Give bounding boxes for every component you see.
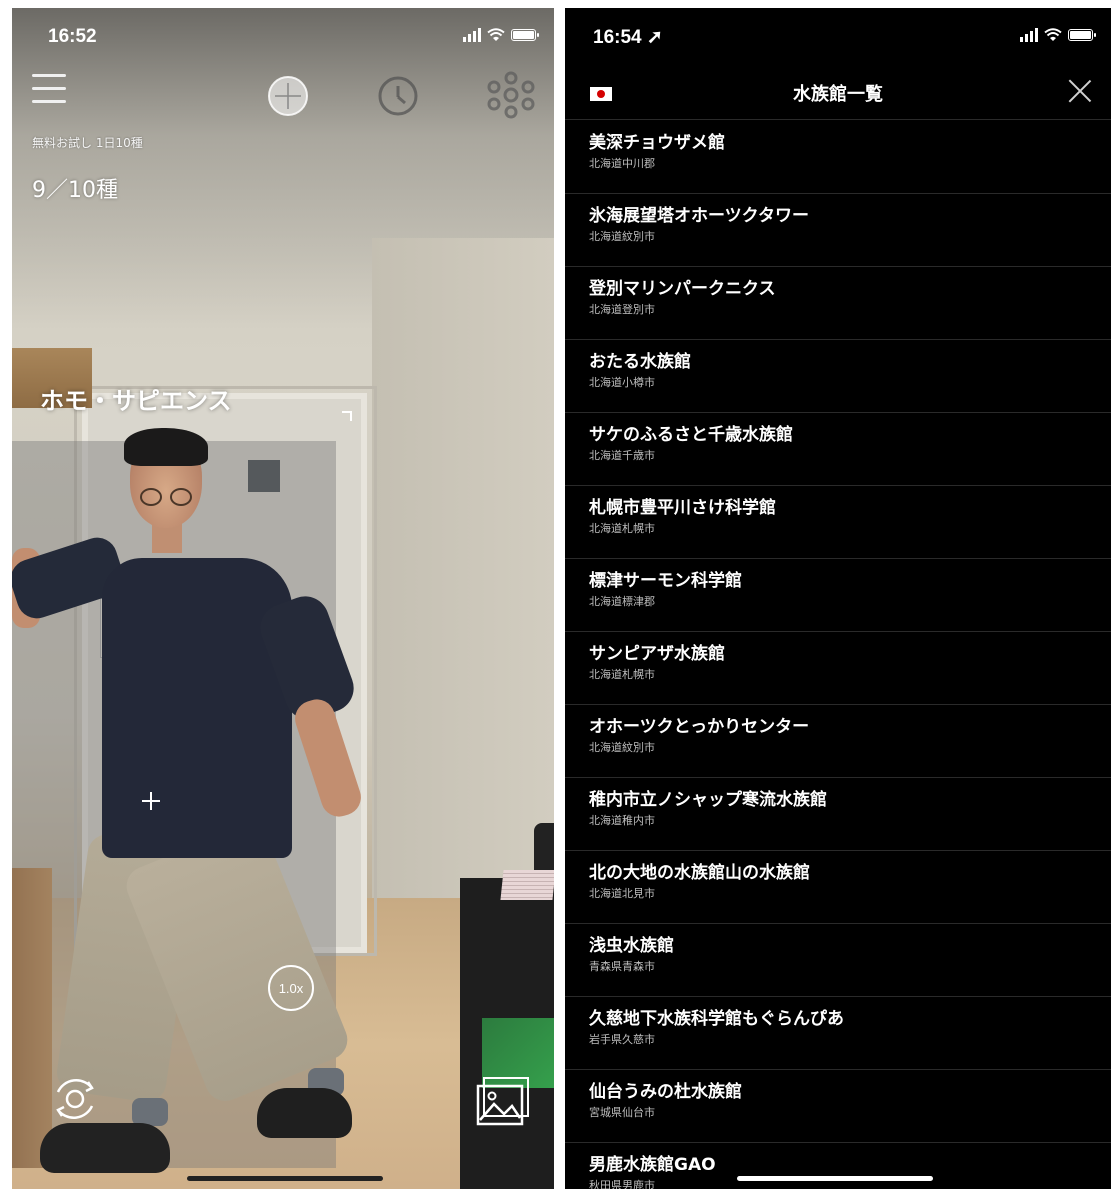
aquarium-location: 北海道小樽市 bbox=[589, 376, 655, 389]
status-time: 16:54 ➚ bbox=[593, 27, 663, 48]
aquarium-location: 北海道稚内市 bbox=[589, 814, 655, 827]
signal-icon bbox=[463, 28, 481, 42]
aquarium-location: 青森県青森市 bbox=[589, 960, 655, 973]
aquarium-location: 北海道千歳市 bbox=[589, 449, 655, 462]
trial-label: 無料お試し 1日10種 bbox=[32, 136, 143, 150]
aquarium-name: サケのふるさと千歳水族館 bbox=[589, 425, 793, 445]
list-item[interactable]: オホーツクとっかりセンター北海道紋別市 bbox=[565, 705, 1111, 778]
status-icons bbox=[1020, 28, 1096, 42]
species-count: 9／10種 bbox=[32, 178, 118, 203]
person-hair bbox=[124, 428, 208, 466]
aquarium-location: 宮城県仙台市 bbox=[589, 1106, 655, 1119]
aquarium-name: 仙台うみの杜水族館 bbox=[589, 1082, 742, 1102]
crosshair-icon[interactable] bbox=[266, 74, 310, 118]
battery-icon bbox=[511, 29, 539, 41]
page-title: 水族館一覧 bbox=[793, 84, 883, 105]
aquarium-name: 男鹿水族館GAO bbox=[589, 1155, 716, 1175]
list-item[interactable]: 仙台うみの杜水族館宮城県仙台市 bbox=[565, 1070, 1111, 1143]
aquarium-name: 久慈地下水族科学館もぐらんぴあ bbox=[589, 1009, 844, 1029]
list-item[interactable]: 男鹿水族館GAO 秋田県男鹿市 bbox=[565, 1143, 1111, 1189]
aquarium-location: 北海道札幌市 bbox=[589, 522, 655, 535]
aquarium-location: 岩手県久慈市 bbox=[589, 1033, 655, 1046]
aquarium-name: 美深チョウザメ館 bbox=[589, 133, 725, 153]
list-item[interactable]: おたる水族館北海道小樽市 bbox=[565, 340, 1111, 413]
status-icons bbox=[463, 28, 539, 42]
hamburger-menu-icon[interactable] bbox=[32, 74, 66, 113]
camera-flip-icon[interactable] bbox=[48, 1072, 102, 1126]
aquarium-location: 北海道紋別市 bbox=[589, 741, 655, 754]
list-item[interactable]: 美深チョウザメ館北海道中川郡 bbox=[565, 121, 1111, 194]
aquarium-name: サンピアザ水族館 bbox=[589, 644, 725, 664]
list-item[interactable]: サケのふるさと千歳水族館北海道千歳市 bbox=[565, 413, 1111, 486]
close-icon[interactable] bbox=[1067, 78, 1093, 104]
home-indicator bbox=[187, 1176, 383, 1181]
detected-species-label[interactable]: ホモ・サピエンス bbox=[40, 381, 232, 416]
wifi-icon bbox=[487, 28, 505, 41]
aquarium-location: 北海道標津郡 bbox=[589, 595, 655, 608]
network-icon[interactable] bbox=[486, 70, 536, 120]
list-item[interactable]: 稚内市立ノシャップ寒流水族館北海道稚内市 bbox=[565, 778, 1111, 851]
aquarium-name: 北の大地の水族館山の水族館 bbox=[589, 863, 810, 883]
aquarium-name: 登別マリンパークニクス bbox=[589, 279, 776, 299]
zoom-button[interactable]: 1.0x bbox=[268, 965, 314, 1011]
aquarium-name: 稚内市立ノシャップ寒流水族館 bbox=[589, 790, 827, 810]
detection-corner-bracket bbox=[342, 411, 352, 421]
clock-icon[interactable] bbox=[376, 74, 420, 118]
signal-icon bbox=[1020, 28, 1038, 42]
aquarium-list-screen: 16:54 ➚ 水族館一覧 美深チョウザメ館北海道中川郡氷海展望塔オホーツクタワ… bbox=[565, 8, 1111, 1189]
aquarium-location: 北海道北見市 bbox=[589, 887, 655, 900]
aquarium-name: 氷海展望塔オホーツクタワー bbox=[589, 206, 809, 226]
person-right-forearm bbox=[290, 694, 366, 822]
aquarium-location: 北海道札幌市 bbox=[589, 668, 655, 681]
list-item[interactable]: サンピアザ水族館北海道札幌市 bbox=[565, 632, 1111, 705]
photo-gallery-icon[interactable] bbox=[470, 1072, 530, 1130]
list-item[interactable]: 氷海展望塔オホーツクタワー北海道紋別市 bbox=[565, 194, 1111, 267]
list-item[interactable]: 登別マリンパークニクス北海道登別市 bbox=[565, 267, 1111, 340]
aquarium-name: オホーツクとっかりセンター bbox=[589, 717, 810, 737]
aquarium-location: 北海道中川郡 bbox=[589, 157, 655, 170]
list-item[interactable]: 標津サーモン科学館北海道標津郡 bbox=[565, 559, 1111, 632]
aquarium-name: 浅虫水族館 bbox=[589, 936, 674, 956]
aquarium-location: 北海道紋別市 bbox=[589, 230, 655, 243]
home-indicator bbox=[737, 1176, 933, 1181]
person-shirt bbox=[102, 558, 292, 858]
focus-plus-icon bbox=[142, 792, 160, 810]
camera-screen: 16:52 無料お試し 1日10種 9／10種 ホモ・サピエンス 1.0x bbox=[12, 8, 554, 1189]
glasses-icon bbox=[138, 488, 196, 506]
list-item[interactable]: 北の大地の水族館山の水族館北海道北見市 bbox=[565, 851, 1111, 924]
aquarium-name: 札幌市豊平川さけ科学館 bbox=[589, 498, 776, 518]
aquarium-list: 美深チョウザメ館 北海道中川郡 氷海展望塔オホーツクタワー 北海道紋別市 登別マリンパー… bbox=[565, 121, 1111, 1189]
list-item[interactable]: 札幌市豊平川さけ科学館北海道札幌市 bbox=[565, 486, 1111, 559]
person-left-sock bbox=[132, 1098, 168, 1126]
wifi-icon bbox=[1044, 28, 1062, 41]
list-item[interactable]: 浅虫水族館青森県青森市 bbox=[565, 924, 1111, 997]
aquarium-location: 北海道登別市 bbox=[589, 303, 655, 316]
nav-bar: 水族館一覧 bbox=[565, 66, 1111, 120]
status-time: 16:52 bbox=[48, 26, 97, 47]
aquarium-name: おたる水族館 bbox=[589, 352, 691, 372]
battery-icon bbox=[1068, 29, 1096, 41]
aquarium-name: 標津サーモン科学館 bbox=[589, 571, 742, 591]
person-left-slipper bbox=[40, 1123, 170, 1173]
person-right-slipper bbox=[257, 1088, 352, 1138]
list-item[interactable]: 久慈地下水族科学館もぐらんぴあ岩手県久慈市 bbox=[565, 997, 1111, 1070]
